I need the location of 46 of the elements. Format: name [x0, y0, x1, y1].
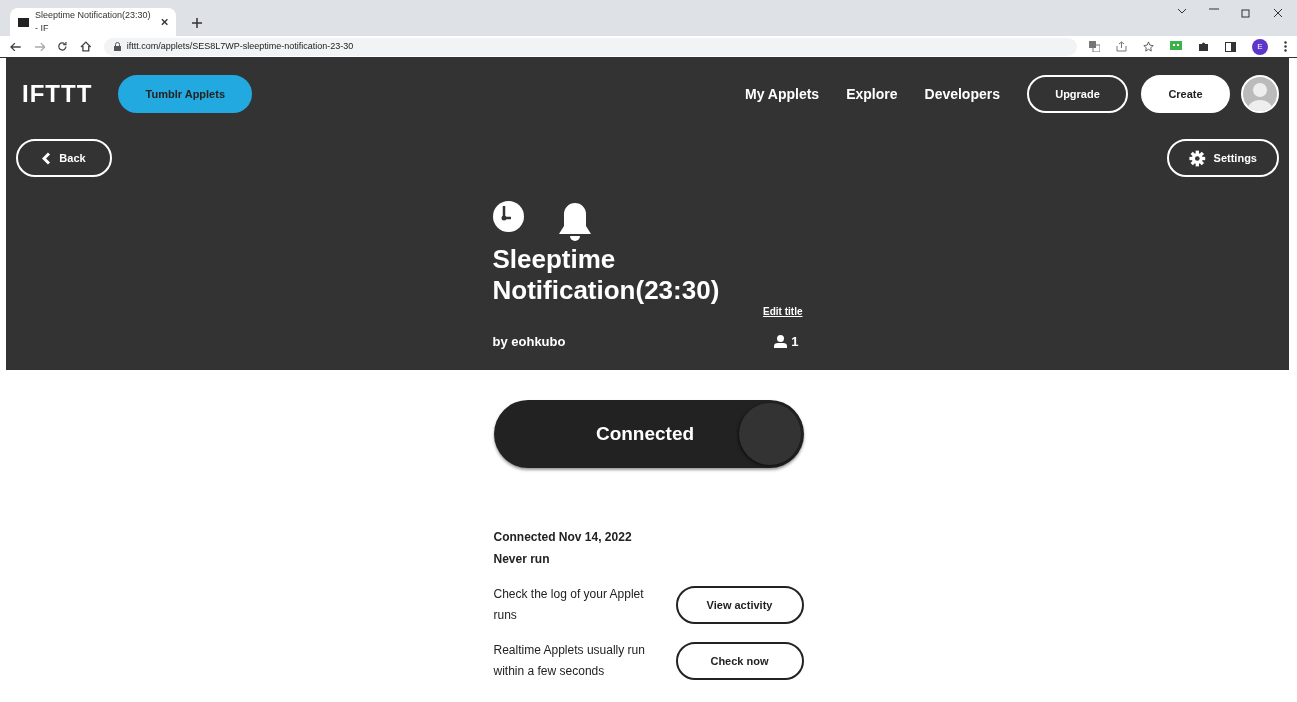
profile-avatar[interactable]: E	[1252, 38, 1268, 55]
gear-icon	[1189, 149, 1206, 167]
nav-link[interactable]: Developers	[924, 83, 1000, 105]
lock-icon	[113, 42, 121, 51]
side-panel-icon[interactable]	[1225, 41, 1236, 52]
address-bar[interactable]: ifttt.com/applets/SES8L7WP-sleeptime-notification-23-30	[103, 37, 1077, 56]
applet-title: Sleeptime Notification(23:30)	[492, 244, 721, 306]
logo[interactable]: IFTTT	[22, 76, 93, 112]
browser-tab[interactable]: Sleeptime Notification(23:30) - IF	[10, 8, 176, 36]
nav-link[interactable]: Explore	[846, 83, 898, 105]
bell-icon	[557, 201, 592, 241]
connected-toggle[interactable]: Connected	[493, 400, 804, 468]
tumblr-applets-button[interactable]: Tumblr Applets	[118, 75, 253, 113]
close-icon[interactable]	[1273, 8, 1283, 18]
status-text: Connected Nov 14, 2022	[493, 529, 633, 546]
translate-icon[interactable]	[1089, 41, 1100, 52]
restore-icon[interactable]	[1241, 8, 1251, 18]
tab-title: Sleeptime Notification(23:30) - IF	[34, 8, 152, 35]
avatar-icon[interactable]	[1241, 75, 1279, 113]
extension-icon[interactable]	[1170, 41, 1182, 52]
action-button[interactable]: Check now	[675, 642, 804, 680]
user-count: 1	[791, 333, 799, 351]
upgrade-button[interactable]: Upgrade	[1027, 75, 1128, 113]
action-description: Check the log of your Applet runs	[493, 586, 645, 624]
favicon-icon	[18, 17, 29, 27]
new-tab-icon[interactable]	[192, 18, 202, 28]
back-arrow-icon[interactable]	[10, 41, 22, 52]
star-icon[interactable]	[1143, 41, 1154, 52]
chevron-down-icon[interactable]	[1177, 8, 1187, 14]
share-icon[interactable]	[1116, 41, 1127, 52]
chevron-left-icon	[42, 151, 52, 165]
action-description: Realtime Applets usually run within a few seconds	[493, 642, 646, 680]
user-icon	[774, 335, 788, 349]
menu-icon[interactable]	[1284, 41, 1287, 52]
close-icon[interactable]	[160, 18, 168, 26]
settings-button[interactable]: Settings	[1167, 139, 1279, 177]
status-text: Never run	[493, 551, 551, 568]
clock-icon	[492, 201, 524, 232]
home-icon[interactable]	[80, 41, 92, 52]
back-button[interactable]: Back	[16, 139, 112, 177]
create-button[interactable]: Create	[1141, 75, 1230, 113]
author-text: by eohkubo	[492, 333, 566, 351]
reload-icon[interactable]	[57, 41, 69, 52]
nav-link[interactable]: My Applets	[745, 83, 820, 105]
edit-title-link[interactable]: Edit title	[763, 304, 803, 319]
action-button[interactable]: View activity	[675, 586, 804, 624]
